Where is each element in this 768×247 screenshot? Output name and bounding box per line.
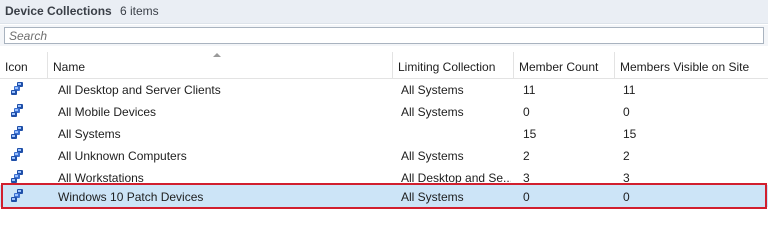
item-count: 6 items — [120, 4, 159, 18]
cell-limiting: All Systems — [401, 105, 464, 119]
column-header-limiting-label: Limiting Collection — [398, 60, 496, 74]
column-header-limiting-collection[interactable]: Limiting Collection — [393, 52, 514, 78]
cell-visible: 2 — [623, 149, 630, 163]
cell-visible: 11 — [623, 83, 636, 97]
column-header-name[interactable]: Name — [48, 52, 393, 78]
cell-visible: 0 — [623, 105, 630, 119]
table-row[interactable]: All Mobile Devices All Systems 0 0 — [0, 100, 768, 122]
table-header: Icon Name Limiting Collection Member Cou… — [0, 52, 768, 79]
cell-visible: 15 — [623, 127, 637, 141]
search-input[interactable] — [5, 28, 763, 43]
table-row[interactable]: All Desktop and Server Clients All System… — [0, 78, 768, 100]
device-collection-icon — [10, 147, 26, 163]
table-row[interactable]: All Unknown Computers All Systems 2 2 — [0, 144, 768, 166]
column-header-member-count[interactable]: Member Count — [514, 52, 615, 78]
selection-highlight-box — [1, 183, 767, 209]
search-bar — [0, 25, 768, 46]
cell-member-count: 2 — [523, 149, 530, 163]
column-header-visible-label: Members Visible on Site — [620, 60, 750, 74]
cell-name: All Mobile Devices — [58, 105, 157, 119]
page-title: Device Collections — [5, 4, 112, 18]
cell-member-count: 11 — [523, 83, 536, 97]
column-header-name-label: Name — [53, 60, 86, 74]
cell-name: All Unknown Computers — [58, 149, 187, 163]
cell-member-count: 15 — [523, 127, 537, 141]
sort-ascending-icon — [213, 53, 221, 57]
device-collection-icon — [10, 125, 26, 141]
collections-title-bar: Device Collections 6 items — [0, 0, 768, 24]
column-header-icon[interactable]: Icon — [0, 52, 48, 78]
device-collection-icon — [10, 103, 26, 119]
cell-member-count: 0 — [523, 105, 530, 119]
cell-name: All Systems — [58, 127, 121, 141]
column-header-members-visible[interactable]: Members Visible on Site — [615, 52, 768, 78]
search-box[interactable] — [4, 27, 764, 44]
cell-name: All Desktop and Server Clients — [58, 83, 221, 97]
column-header-icon-label: Icon — [5, 60, 28, 74]
cell-limiting: All Systems — [401, 83, 464, 97]
device-collection-icon — [10, 81, 26, 97]
table-row[interactable]: All Systems 15 15 — [0, 122, 768, 144]
cell-limiting: All Systems — [401, 149, 464, 163]
column-header-member-count-label: Member Count — [519, 60, 599, 74]
